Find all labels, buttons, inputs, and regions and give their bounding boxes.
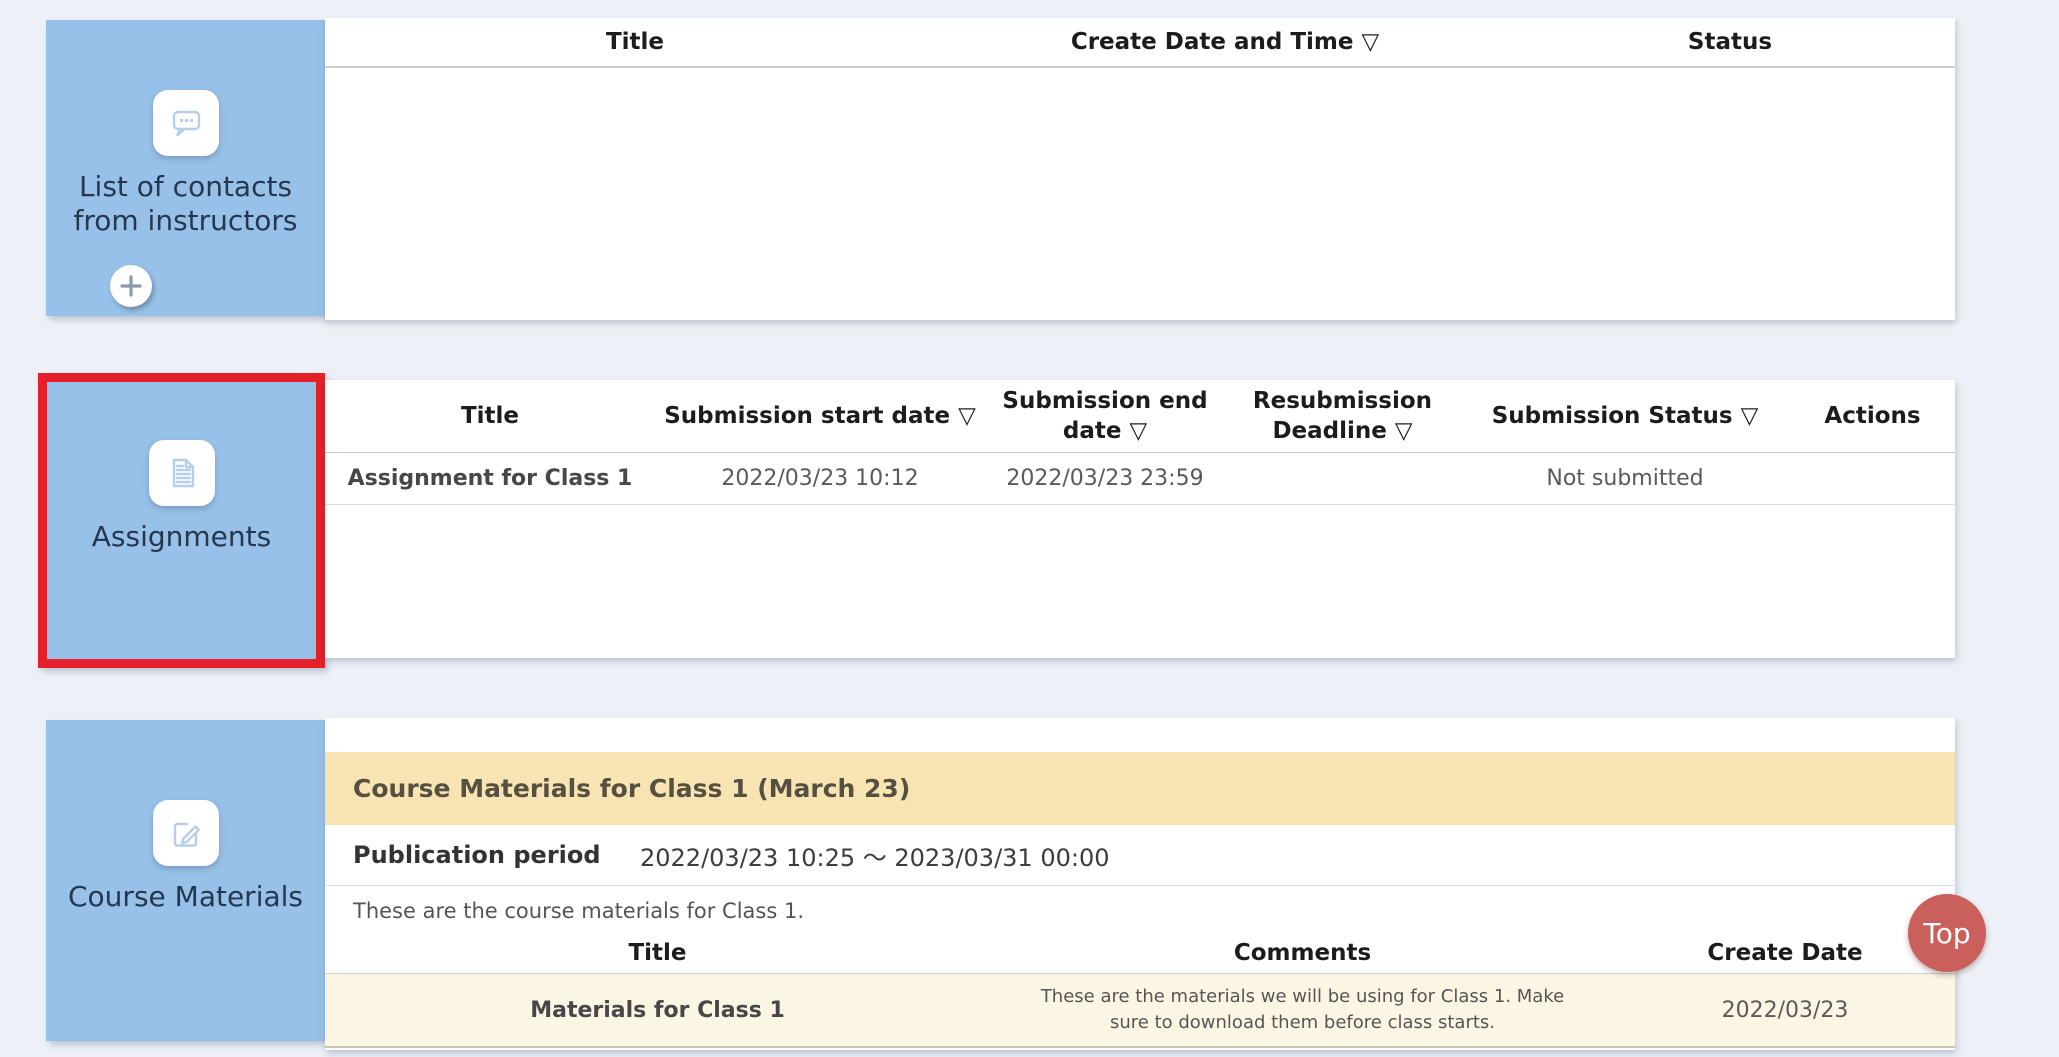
- materials-table-header-row: Title Comments Create Date: [325, 933, 1955, 973]
- course-materials-tab-button[interactable]: Course Materials: [46, 720, 325, 1041]
- contacts-tab-label: List of contacts from instructors: [60, 170, 312, 238]
- contacts-header-create-date-sort[interactable]: Create Date and Time ▽: [945, 27, 1505, 57]
- publication-period-label: Publication period: [325, 841, 640, 869]
- course-materials-panel: Course Materials for Class 1 (March 23) …: [325, 718, 1955, 1050]
- contacts-header-status: Status: [1505, 27, 1955, 57]
- course-materials-title: Course Materials for Class 1 (March 23): [353, 774, 910, 803]
- publication-period-row: Publication period 2022/03/23 10:25 ～ 20…: [325, 825, 1955, 886]
- document-icon: [149, 440, 215, 506]
- plus-icon: [110, 265, 152, 307]
- materials-header-comments: Comments: [990, 938, 1615, 968]
- course-materials-description: These are the course materials for Class…: [325, 886, 1955, 933]
- assignments-tab-label: Assignments: [56, 520, 308, 554]
- publication-period-value: 2022/03/23 10:25 ～ 2023/03/31 00:00: [640, 838, 1110, 873]
- materials-header-create-date: Create Date: [1615, 938, 1955, 968]
- materials-title-link[interactable]: Materials for Class 1: [325, 998, 990, 1023]
- assignments-header-title: Title: [325, 401, 655, 431]
- assignments-header-resubmission-sort[interactable]: Resubmission Deadline ▽: [1225, 386, 1460, 446]
- contacts-table-empty-body: [325, 68, 1955, 318]
- assignments-header-status-sort[interactable]: Submission Status ▽: [1460, 401, 1790, 431]
- course-materials-tab-label: Course Materials: [60, 880, 312, 914]
- contacts-panel: Title Create Date and Time ▽ Status: [325, 18, 1955, 320]
- materials-header-title: Title: [325, 938, 990, 968]
- assignment-end-cell: 2022/03/23 23:59: [985, 466, 1225, 491]
- contacts-header-title: Title: [325, 27, 945, 57]
- scroll-to-top-button[interactable]: Top: [1908, 894, 1986, 972]
- materials-comments-cell: These are the materials we will be using…: [990, 976, 1615, 1044]
- materials-create-date-cell: 2022/03/23: [1615, 998, 1955, 1023]
- assignments-tab-button[interactable]: Assignments: [38, 373, 325, 668]
- edit-pencil-icon: [153, 800, 219, 866]
- assignment-start-cell: 2022/03/23 10:12: [655, 466, 985, 491]
- assignments-header-start-sort[interactable]: Submission start date ▽: [655, 401, 985, 431]
- contacts-tab-button[interactable]: List of contacts from instructors: [46, 20, 325, 316]
- course-materials-title-bar: Course Materials for Class 1 (March 23): [325, 752, 1955, 825]
- assignment-title-link[interactable]: Assignment for Class 1: [325, 466, 655, 491]
- assignment-table-row: Assignment for Class 1 2022/03/23 10:12 …: [325, 453, 1955, 505]
- assignment-status-cell: Not submitted: [1460, 466, 1790, 491]
- assignments-panel: Title Submission start date ▽ Submission…: [325, 380, 1955, 658]
- assignments-header-actions: Actions: [1790, 401, 1955, 431]
- contacts-table-header-row: Title Create Date and Time ▽ Status: [325, 18, 1955, 68]
- add-contact-button[interactable]: [110, 265, 152, 307]
- assignments-header-end-sort[interactable]: Submission end date ▽: [985, 386, 1225, 446]
- chat-bubble-icon: [153, 90, 219, 156]
- materials-table-row: Materials for Class 1 These are the mate…: [325, 973, 1955, 1048]
- assignments-table-header-row: Title Submission start date ▽ Submission…: [325, 380, 1955, 453]
